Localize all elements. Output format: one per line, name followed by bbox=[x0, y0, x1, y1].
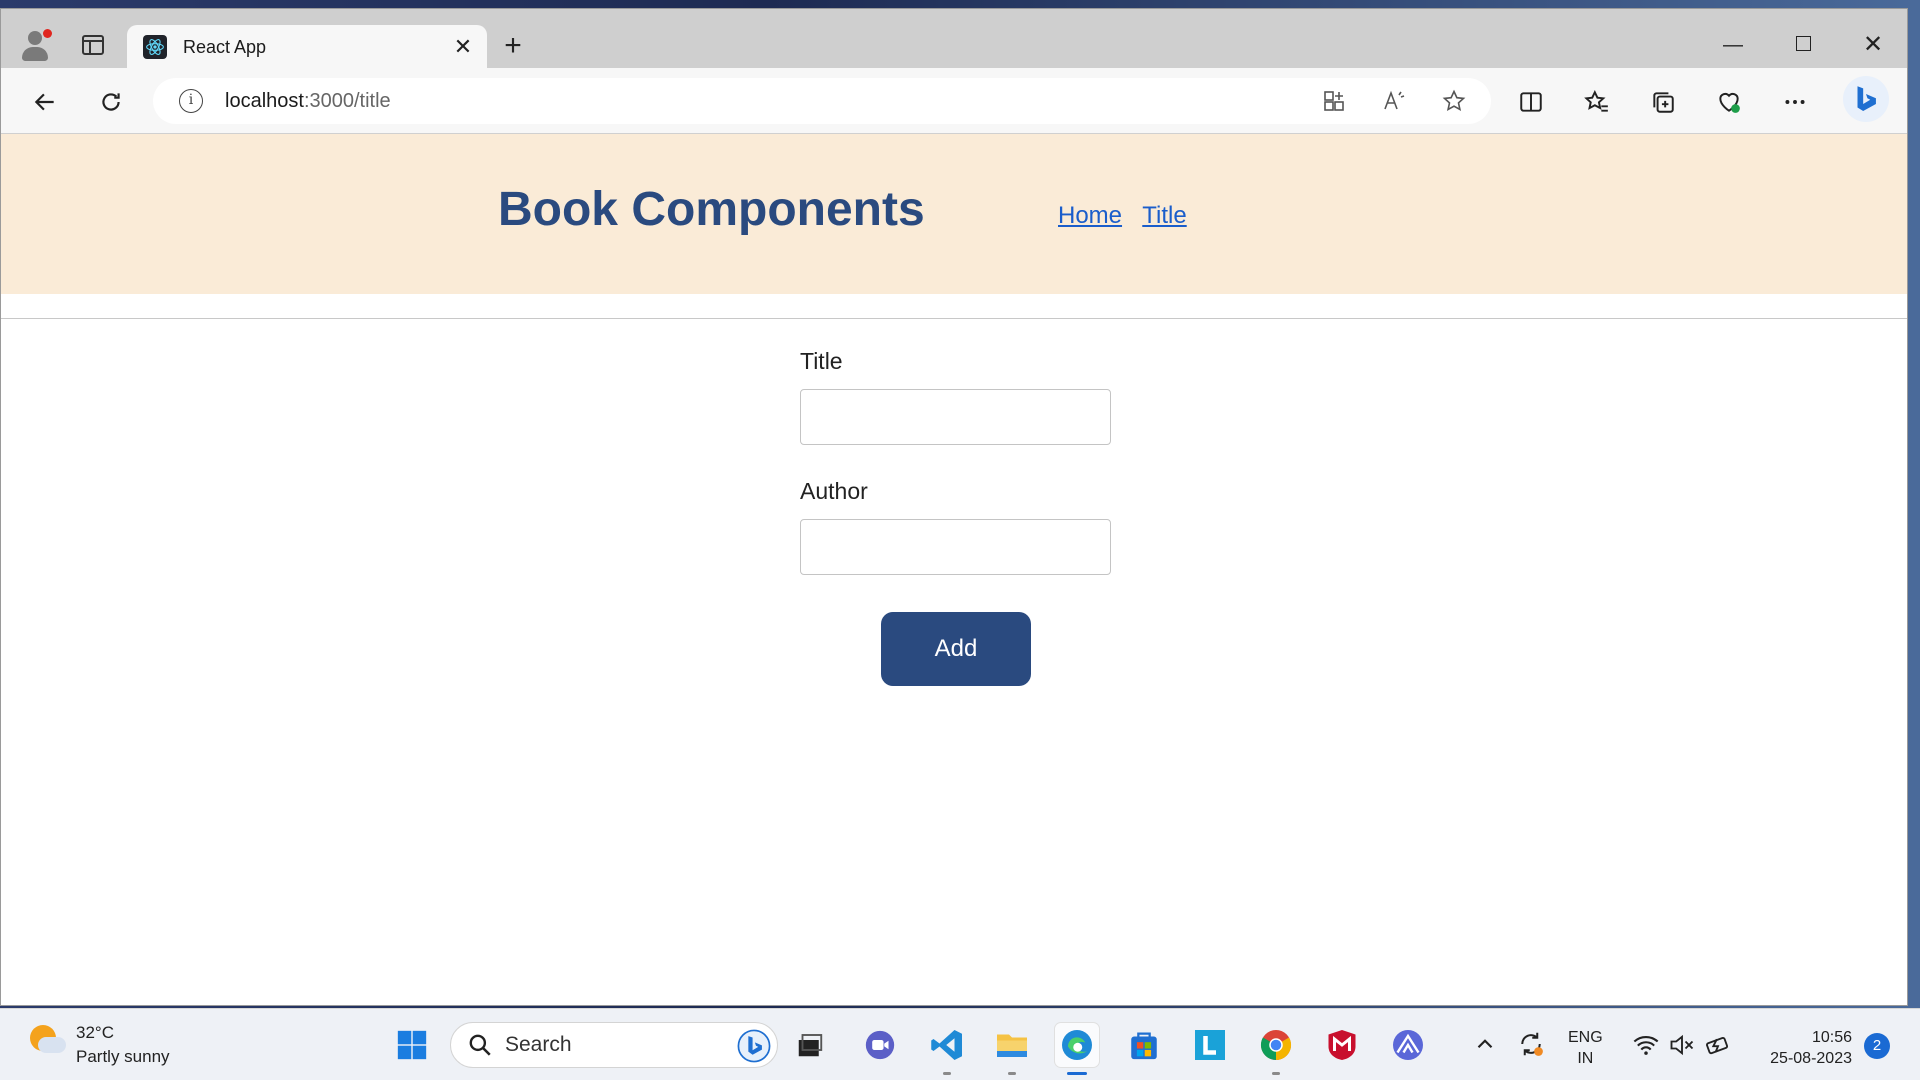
tab-actions-icon[interactable] bbox=[75, 27, 111, 63]
weather-temp: 32°C bbox=[76, 1023, 114, 1042]
back-icon[interactable] bbox=[25, 82, 65, 122]
url-text: localhost:3000/title bbox=[225, 89, 391, 112]
start-button[interactable] bbox=[390, 1023, 434, 1067]
nav-link-title[interactable]: Title bbox=[1142, 202, 1186, 229]
favorites-icon[interactable] bbox=[1577, 82, 1617, 122]
weather-widget[interactable]: 32°C Partly sunny bbox=[26, 1021, 170, 1069]
sync-icon[interactable] bbox=[1516, 1029, 1546, 1065]
bing-icon bbox=[737, 1029, 771, 1063]
tab-title: React App bbox=[183, 36, 267, 57]
partly-sunny-icon bbox=[26, 1021, 66, 1061]
maximize-button[interactable] bbox=[1781, 27, 1825, 63]
collections-icon[interactable] bbox=[1643, 82, 1683, 122]
clock[interactable]: 10:56 25-08-2023 bbox=[1752, 1027, 1852, 1069]
teams-chat-icon[interactable] bbox=[858, 1023, 902, 1067]
read-aloud-icon[interactable] bbox=[1379, 86, 1409, 116]
bing-copilot-icon[interactable] bbox=[1843, 76, 1889, 122]
add-button[interactable]: Add bbox=[881, 612, 1031, 686]
close-window-button[interactable]: ✕ bbox=[1851, 27, 1895, 63]
azure-data-studio-icon[interactable] bbox=[1386, 1023, 1430, 1067]
nav-link-home[interactable]: Home bbox=[1058, 202, 1122, 229]
address-bar[interactable]: i localhost:3000/title bbox=[153, 78, 1491, 124]
split-screen-icon[interactable] bbox=[1511, 82, 1551, 122]
page-title: Book Components bbox=[498, 183, 925, 236]
weather-desc: Partly sunny bbox=[76, 1047, 170, 1066]
mcafee-icon[interactable] bbox=[1320, 1023, 1364, 1067]
book-form: Title Author bbox=[800, 348, 1112, 608]
title-label: Title bbox=[800, 348, 843, 374]
microsoft-store-icon[interactable] bbox=[1122, 1023, 1166, 1067]
taskbar: 32°C Partly sunny Search ENG IN 10:56 25… bbox=[0, 1008, 1920, 1080]
new-tab-button[interactable]: + bbox=[497, 31, 529, 63]
browser-essentials-icon[interactable] bbox=[1709, 82, 1749, 122]
chevron-up-icon[interactable] bbox=[1472, 1031, 1498, 1063]
nav-links: Home Title bbox=[1058, 202, 1201, 230]
task-view-icon[interactable] bbox=[788, 1023, 832, 1067]
browser-tab[interactable]: React App ✕ bbox=[127, 25, 487, 69]
search-placeholder: Search bbox=[505, 1033, 572, 1056]
file-explorer-icon[interactable] bbox=[990, 1023, 1034, 1075]
tab-strip: React App ✕ + — ✕ bbox=[1, 9, 1907, 69]
search-icon bbox=[469, 1034, 491, 1056]
react-favicon bbox=[143, 35, 167, 59]
wifi-icon[interactable] bbox=[1632, 1031, 1660, 1065]
l-app-icon[interactable] bbox=[1188, 1023, 1232, 1067]
clock-time: 10:56 bbox=[1811, 1029, 1852, 1046]
author-label: Author bbox=[800, 478, 868, 504]
refresh-icon[interactable] bbox=[91, 82, 131, 122]
apps-icon[interactable] bbox=[1319, 86, 1349, 116]
edge-browser-icon[interactable] bbox=[1055, 1023, 1099, 1075]
profile-icon[interactable] bbox=[17, 27, 53, 63]
page-content: Book Components Home Title Title Author … bbox=[1, 134, 1907, 1005]
chrome-icon[interactable] bbox=[1254, 1023, 1298, 1075]
browser-window: React App ✕ + — ✕ i localhost:3000/title bbox=[0, 8, 1908, 1006]
minimize-button[interactable]: — bbox=[1711, 27, 1755, 63]
author-input[interactable] bbox=[800, 519, 1111, 575]
volume-muted-icon[interactable] bbox=[1668, 1031, 1696, 1065]
battery-charging-icon[interactable] bbox=[1704, 1031, 1732, 1065]
notification-badge[interactable]: 2 bbox=[1864, 1033, 1890, 1059]
app-header: Book Components Home Title bbox=[1, 134, 1907, 294]
language-indicator[interactable]: ENG IN bbox=[1568, 1027, 1603, 1069]
close-tab-icon[interactable]: ✕ bbox=[451, 35, 475, 59]
taskbar-search[interactable]: Search bbox=[450, 1022, 778, 1068]
info-icon[interactable]: i bbox=[179, 89, 203, 113]
clock-date: 25-08-2023 bbox=[1770, 1050, 1852, 1067]
divider bbox=[1, 318, 1907, 319]
favorite-star-icon[interactable] bbox=[1439, 86, 1469, 116]
title-input[interactable] bbox=[800, 389, 1111, 445]
browser-toolbar: i localhost:3000/title bbox=[1, 68, 1907, 134]
vscode-icon[interactable] bbox=[925, 1023, 969, 1075]
more-icon[interactable] bbox=[1775, 82, 1815, 122]
